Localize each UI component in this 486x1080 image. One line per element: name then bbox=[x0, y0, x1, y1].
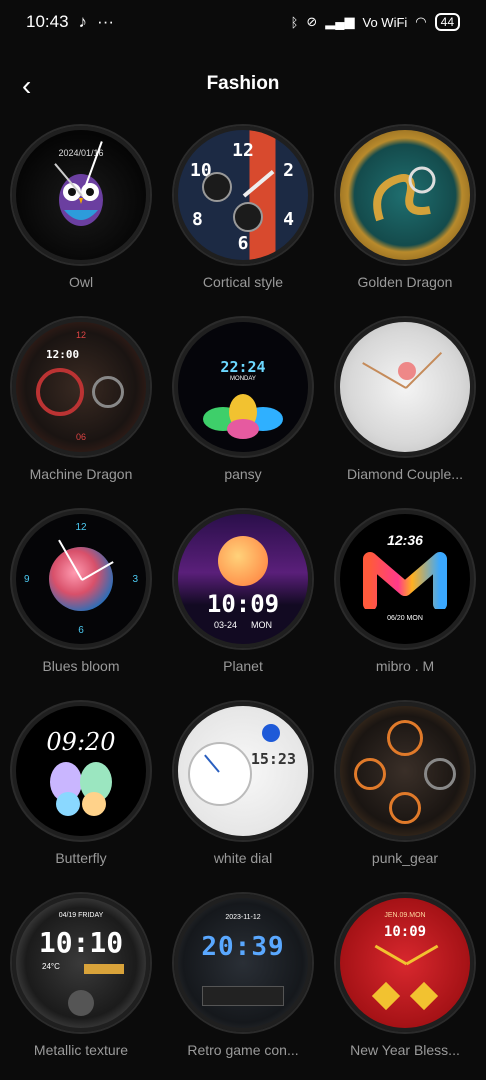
watchface-preview[interactable]: 2024/01/16 bbox=[12, 126, 150, 264]
face-date: JEN.09.MON bbox=[384, 912, 426, 919]
face-time: 10:10 bbox=[38, 926, 124, 959]
watchface-preview[interactable]: 15:23 bbox=[174, 702, 312, 840]
face-temp: 24°C bbox=[42, 962, 60, 971]
watchface-item[interactable]: punk_gear bbox=[324, 702, 486, 866]
watchface-name: New Year Bless... bbox=[350, 1042, 460, 1058]
dragon-icon bbox=[373, 166, 436, 222]
bluetooth-icon: ᛒ bbox=[290, 14, 299, 30]
watchface-item[interactable]: 22:24 MONDAY pansy bbox=[162, 318, 324, 482]
face-date: 04/19 FRIDAY bbox=[58, 912, 104, 919]
mute-icon: ⊘ bbox=[306, 14, 318, 29]
watchface-preview[interactable]: 12:00 06 12 bbox=[12, 318, 150, 456]
watchface-preview[interactable]: 12 9 3 6 bbox=[12, 510, 150, 648]
watchface-item[interactable]: Golden Dragon bbox=[324, 126, 486, 290]
watchface-name: Butterfly bbox=[55, 850, 107, 866]
watchface-preview[interactable]: 12:36 06/20 MON bbox=[336, 510, 474, 648]
watchface-item[interactable]: 2023-11-12 20:39 Retro game con... bbox=[162, 894, 324, 1058]
pansy-icon bbox=[203, 394, 283, 439]
butterfly-icon bbox=[50, 762, 112, 816]
watchface-preview[interactable] bbox=[336, 318, 474, 456]
m-logo-icon bbox=[363, 552, 447, 609]
tiktok-icon: ♪ bbox=[78, 12, 88, 31]
more-icon: ··· bbox=[97, 12, 115, 31]
battery-icon: 44 bbox=[434, 13, 460, 31]
watchface-name: Machine Dragon bbox=[29, 466, 133, 482]
back-button[interactable]: ‹ bbox=[22, 70, 31, 102]
watchface-item[interactable]: 12:00 06 12 Machine Dragon bbox=[0, 318, 162, 482]
face-date: 03-24 bbox=[214, 620, 238, 630]
face-time: 10:09 bbox=[383, 924, 427, 940]
watchface-preview[interactable]: 2023-11-12 20:39 bbox=[174, 894, 312, 1032]
watchface-name: mibro . M bbox=[375, 658, 435, 674]
face-day: MON bbox=[251, 620, 272, 630]
face-time: 15:23 bbox=[250, 750, 296, 768]
watchface-name: Diamond Couple... bbox=[347, 466, 463, 482]
watchface-preview[interactable]: JEN.09.MON 10:09 bbox=[336, 894, 474, 1032]
watchface-preview[interactable]: 09:20 bbox=[12, 702, 150, 840]
page-title: Fashion bbox=[206, 73, 280, 94]
signal-icon: ▂▄▆ bbox=[325, 14, 355, 29]
header: ‹ Fashion bbox=[0, 62, 486, 106]
watchface-preview[interactable] bbox=[336, 702, 474, 840]
watchface-preview[interactable]: 12 10 2 8 4 6 bbox=[174, 126, 312, 264]
watchface-name: white dial bbox=[213, 850, 273, 866]
watchface-name: Golden Dragon bbox=[357, 274, 453, 290]
status-time: 10:43 bbox=[26, 12, 69, 31]
watchface-name: punk_gear bbox=[371, 850, 439, 866]
watchface-name: Blues bloom bbox=[42, 658, 120, 674]
watchface-item[interactable]: 04/19 FRIDAY 10:10 24°C Metallic texture bbox=[0, 894, 162, 1058]
face-time: 09:20 bbox=[46, 728, 116, 756]
watchface-name: pansy bbox=[224, 466, 262, 482]
watchface-preview[interactable] bbox=[336, 126, 474, 264]
face-time: 12:36 bbox=[387, 532, 423, 548]
watchface-item[interactable]: 2024/01/16 Owl bbox=[0, 126, 162, 290]
face-time: 20:39 bbox=[201, 932, 285, 962]
face-time: 10:09 bbox=[206, 590, 280, 618]
face-time: 12:00 bbox=[46, 348, 80, 361]
face-day: MONDAY bbox=[230, 376, 256, 382]
status-bar: 10:43 ♪ ··· ᛒ ⊘ ▂▄▆ Vo WiFi ◠ 44 bbox=[0, 0, 486, 44]
wifi-icon: ◠ bbox=[415, 14, 427, 29]
watchface-name: Retro game con... bbox=[187, 1042, 299, 1058]
vowifi-label: Vo WiFi bbox=[362, 14, 408, 30]
face-time: 22:24 bbox=[220, 358, 266, 376]
watchface-preview[interactable]: 04/19 FRIDAY 10:10 24°C bbox=[12, 894, 150, 1032]
face-date: 06/20 MON bbox=[387, 615, 423, 622]
watchface-item[interactable]: JEN.09.MON 10:09 New Year Bless... bbox=[324, 894, 486, 1058]
watchface-item[interactable]: 12 10 2 8 4 6 Cortical style bbox=[162, 126, 324, 290]
watchface-item[interactable]: 12:36 06/20 MON mibro . M bbox=[324, 510, 486, 674]
watchface-item[interactable]: 12 9 3 6 Blues bloom bbox=[0, 510, 162, 674]
watchface-item[interactable]: Diamond Couple... bbox=[324, 318, 486, 482]
watchface-preview[interactable]: 10:09 03-24 MON bbox=[174, 510, 312, 648]
watchface-item[interactable]: 10:09 03-24 MON Planet bbox=[162, 510, 324, 674]
watchface-name: Metallic texture bbox=[33, 1042, 129, 1058]
face-date: 2023-11-12 bbox=[225, 914, 261, 921]
watchface-name: Cortical style bbox=[202, 274, 284, 290]
watchface-item[interactable]: 09:20 Butterfly bbox=[0, 702, 162, 866]
watchface-preview[interactable]: 22:24 MONDAY bbox=[174, 318, 312, 456]
watchface-item[interactable]: 15:23 white dial bbox=[162, 702, 324, 866]
watchface-name: Planet bbox=[223, 658, 263, 674]
watchface-grid: 2024/01/16 Owl 12 10 2 8 4 6 Cortical st… bbox=[0, 126, 486, 1058]
watchface-name: Owl bbox=[68, 274, 94, 290]
